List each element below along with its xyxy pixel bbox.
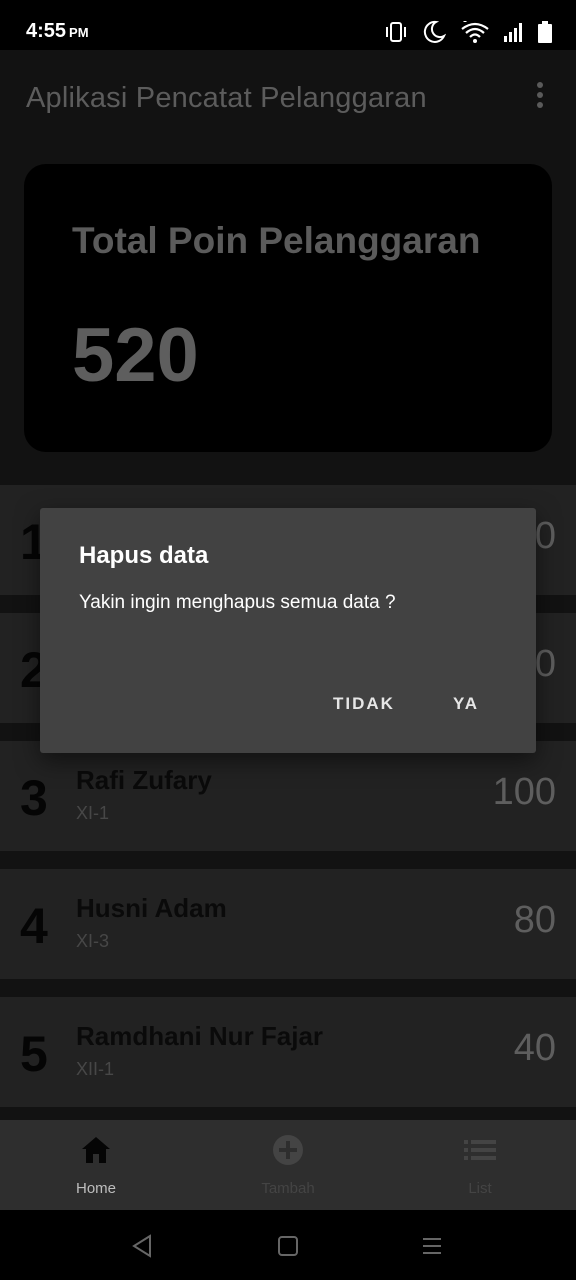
status-time-value: 4:55 (26, 20, 67, 42)
list-item[interactable]: 4 Husni Adam XI-3 80 (0, 869, 576, 979)
more-vert-icon[interactable] (530, 80, 550, 112)
dialog-title: Hapus data (79, 542, 209, 569)
total-points-value: 520 (72, 313, 199, 398)
back-icon[interactable] (128, 1232, 156, 1260)
nav-label-home: Home (75, 1180, 116, 1197)
list-item-rank: 4 (20, 898, 48, 954)
home-icon (82, 1137, 110, 1163)
status-time-ampm: PM (69, 25, 89, 40)
total-points-card: Total Poin Pelanggaran 520 (24, 164, 552, 452)
nav-label-list: List (468, 1180, 492, 1197)
confirm-delete-dialog: Hapus data Yakin ingin menghapus semua d… (40, 508, 536, 753)
list-item-class: XI-3 (76, 931, 110, 951)
status-icons (384, 20, 552, 44)
moon-icon (423, 20, 446, 43)
list-item[interactable]: 3 Rafi Zufary XI-1 100 (0, 741, 576, 851)
cancel-button[interactable]: TIDAK (333, 694, 395, 714)
list-item-points: 80 (513, 899, 556, 941)
nav-item-tambah[interactable]: Tambah (192, 1120, 384, 1210)
list-item-class: XI-1 (76, 803, 110, 823)
dialog-message: Yakin ingin menghapus semua data ? (79, 592, 396, 613)
list-item-rank: 3 (20, 770, 48, 826)
app-title: Aplikasi Pencatat Pelanggaran (26, 82, 427, 114)
bottom-navigation: Home Tambah List (0, 1120, 576, 1210)
nav-label-tambah: Tambah (261, 1180, 315, 1197)
list-item-rank: 5 (20, 1026, 48, 1082)
list-item-name: Husni Adam (76, 893, 227, 923)
list-item-points: 40 (513, 1027, 556, 1069)
vibrate-icon (386, 22, 406, 42)
list-item-points: 0 (534, 643, 556, 685)
nav-item-home[interactable]: Home (0, 1120, 192, 1210)
list-item-points: 0 (534, 515, 556, 557)
list-item[interactable]: 5 Ramdhani Nur Fajar XII-1 40 (0, 997, 576, 1107)
menu-lines-icon[interactable] (418, 1232, 446, 1260)
list-item-name: Ramdhani Nur Fajar (76, 1021, 324, 1051)
nav-item-list[interactable]: List (384, 1120, 576, 1210)
home-square-icon[interactable] (274, 1232, 302, 1260)
status-time: 4:55 PM (26, 20, 89, 43)
add-circle-icon (273, 1135, 303, 1165)
list-item-points: 100 (492, 771, 556, 813)
battery-icon (538, 21, 552, 43)
system-navigation-bar (0, 1210, 576, 1280)
confirm-button[interactable]: YA (453, 694, 479, 714)
signal-icon (504, 23, 522, 42)
list-item-class: XII-1 (76, 1059, 115, 1079)
total-points-label: Total Poin Pelanggaran (72, 220, 481, 261)
list-item-name: Rafi Zufary (76, 765, 212, 795)
list-icon (464, 1140, 496, 1160)
wifi-icon (461, 21, 489, 43)
